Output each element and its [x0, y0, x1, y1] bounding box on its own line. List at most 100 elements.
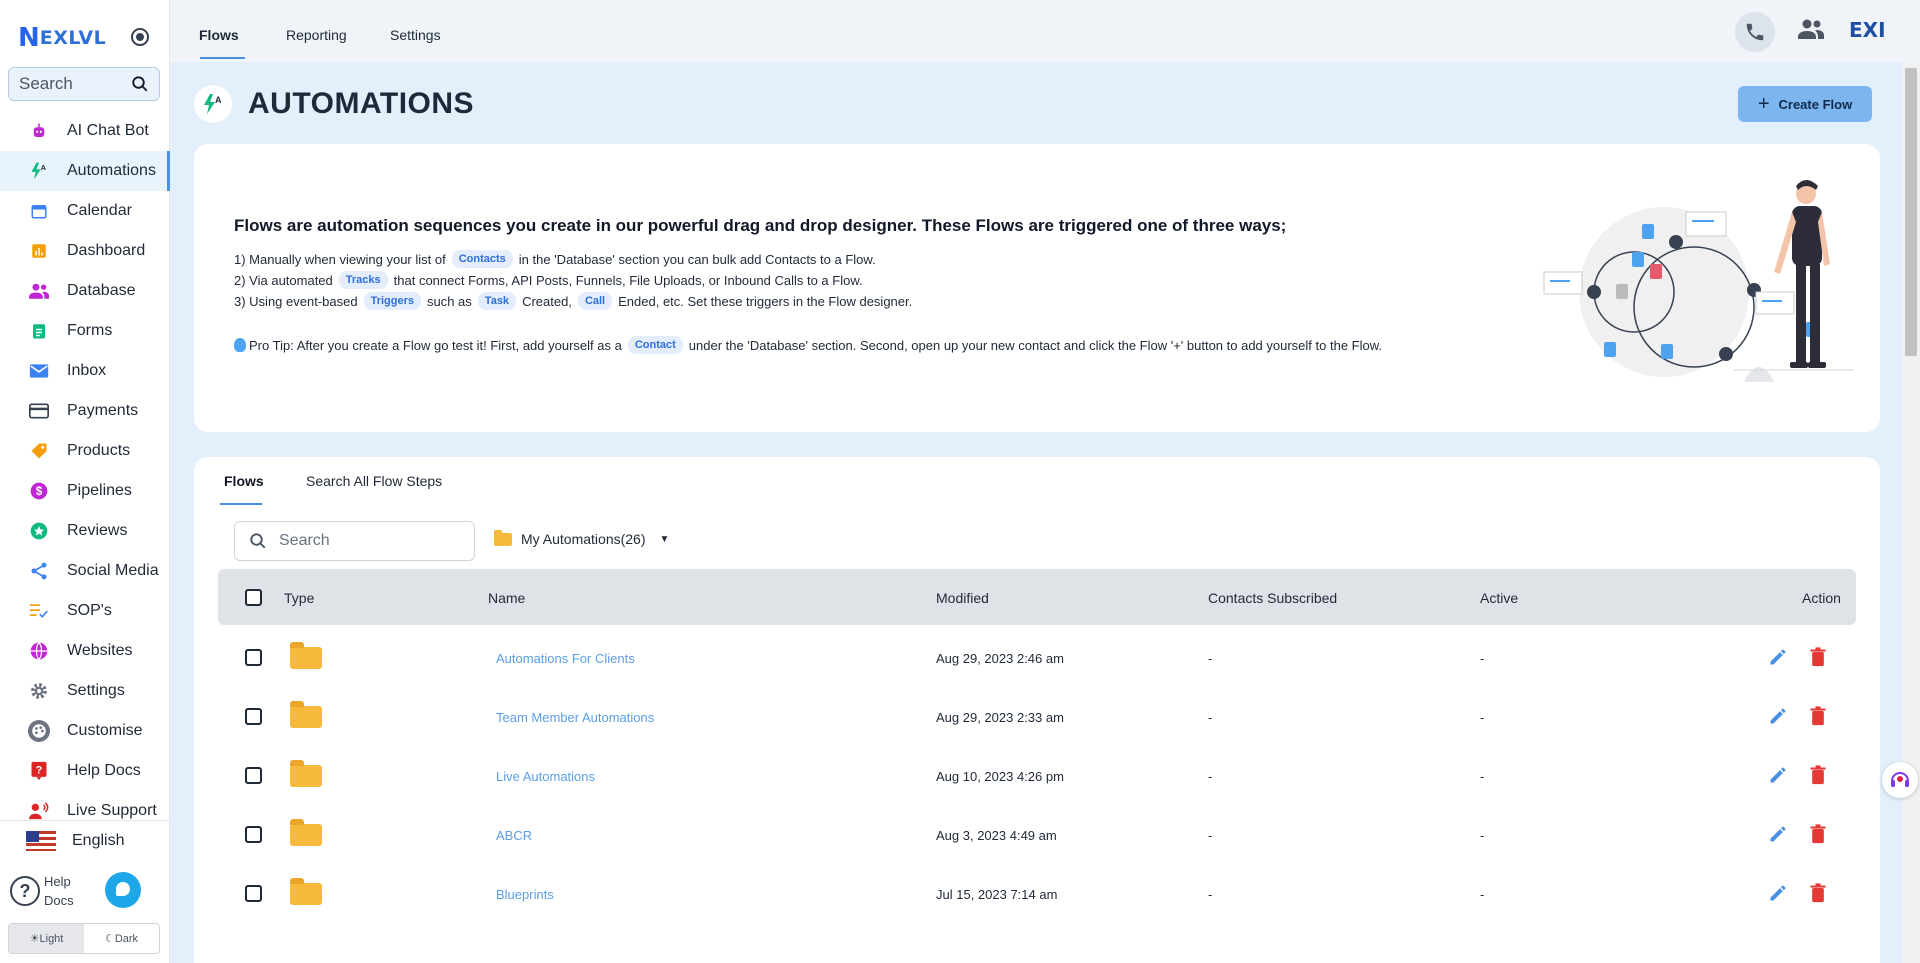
modified-date: Aug 29, 2023 2:33 am [936, 710, 1064, 725]
robot-icon [28, 120, 50, 142]
sidebar-item-database[interactable]: Database [0, 271, 170, 311]
automations-header-icon: A [194, 85, 232, 123]
sidebar-item-label: Reviews [67, 522, 128, 539]
edit-icon[interactable] [1768, 765, 1788, 790]
sidebar-item-inbox[interactable]: Inbox [0, 351, 170, 391]
create-flow-label: Create Flow [1778, 96, 1853, 112]
search-icon [250, 533, 266, 549]
column-contacts-subscribed[interactable]: Contacts Subscribed [1208, 590, 1337, 606]
sidebar-item-payments[interactable]: Payments [0, 391, 170, 431]
account-brand-logo[interactable]: EXI [1849, 18, 1886, 42]
star-circle-icon [28, 520, 50, 542]
active-value: - [1480, 887, 1485, 902]
sidebar-item-settings[interactable]: Settings [0, 671, 170, 711]
info-text: such as [426, 293, 472, 309]
svg-text:$: $ [36, 485, 43, 498]
sidebar-item-label: Dashboard [67, 242, 146, 259]
theme-dark-button[interactable]: ☾Dark [84, 924, 159, 953]
flow-name-link[interactable]: Team Member Automations [496, 710, 654, 725]
active-value: - [1480, 710, 1485, 725]
edit-icon[interactable] [1768, 883, 1788, 908]
sidebar-item-label: Live Support [67, 802, 157, 819]
info-heading: Flows are automation sequences you creat… [234, 216, 1287, 235]
contacts-subscribed-value: - [1208, 651, 1213, 666]
sidebar-item-forms[interactable]: Forms [0, 311, 170, 351]
flow-name-link[interactable]: Live Automations [496, 769, 595, 784]
flow-search-input[interactable]: Search [234, 521, 475, 561]
sidebar-item-social-media[interactable]: Social Media [0, 551, 170, 591]
sidebar-item-automations[interactable]: A Automations [0, 151, 170, 191]
row-checkbox[interactable] [245, 767, 262, 784]
flow-name-link[interactable]: Automations For Clients [496, 651, 635, 666]
top-bar: Flows Reporting Settings EXI [170, 0, 1920, 62]
folder-icon [290, 701, 322, 728]
scrollbar-thumb[interactable] [1905, 68, 1917, 356]
triggers-chip: Triggers [363, 292, 421, 310]
chat-bubble-icon[interactable] [105, 872, 141, 908]
sidebar-item-calendar[interactable]: Calendar [0, 191, 170, 231]
column-type[interactable]: Type [284, 590, 314, 606]
help-docs-link[interactable]: ? Help Docs [10, 872, 74, 910]
logo-text: EXLVL [39, 27, 107, 49]
contacts-subscribed-value: - [1208, 710, 1213, 725]
table-row[interactable]: Blueprints Jul 15, 2023 7:14 am - - [218, 861, 1856, 933]
tab-search-all-flow-steps[interactable]: Search All Flow Steps [306, 473, 442, 489]
phone-button[interactable] [1735, 12, 1775, 52]
delete-icon[interactable] [1809, 706, 1827, 731]
column-name[interactable]: Name [488, 590, 525, 606]
sidebar-search-label: Search [19, 74, 73, 93]
sidebar-item-websites[interactable]: Websites [0, 631, 170, 671]
row-checkbox[interactable] [245, 649, 262, 666]
delete-icon[interactable] [1809, 824, 1827, 849]
folder-dropdown-label: My Automations(26) [521, 531, 646, 547]
sidebar-item-dashboard[interactable]: Dashboard [0, 231, 170, 271]
edit-icon[interactable] [1768, 706, 1788, 731]
palette-icon [28, 720, 50, 742]
row-checkbox[interactable] [245, 708, 262, 725]
sidebar-item-products[interactable]: Products [0, 431, 170, 471]
sidebar-item-pipelines[interactable]: $ Pipelines [0, 471, 170, 511]
sidebar-pin-toggle-icon[interactable] [131, 28, 149, 46]
row-checkbox[interactable] [245, 885, 262, 902]
sidebar-item-sop-s[interactable]: SOP's [0, 591, 170, 631]
column-active[interactable]: Active [1480, 590, 1518, 606]
theme-light-button[interactable]: ☀Light [9, 924, 84, 953]
select-all-checkbox[interactable] [245, 589, 262, 606]
help-docs-label: Help Docs [44, 874, 74, 908]
sidebar-item-customise[interactable]: Customise [0, 711, 170, 751]
brand-logo[interactable]: N EXLVL [18, 22, 106, 54]
active-tab-indicator [200, 57, 245, 59]
folder-dropdown[interactable]: My Automations(26) ▼ [494, 529, 669, 547]
sidebar-item-ai-chat-bot[interactable]: AI Chat Bot [0, 111, 170, 151]
contact-chip: Contact [627, 336, 683, 354]
sidebar-search[interactable]: Search [8, 67, 160, 101]
tab-flows-list[interactable]: Flows [224, 473, 264, 489]
row-checkbox[interactable] [245, 826, 262, 843]
automation-bolt-icon: A [28, 160, 50, 182]
help-square-icon: ? [28, 760, 50, 782]
plus-icon: + [1757, 92, 1770, 115]
edit-icon[interactable] [1768, 824, 1788, 849]
sidebar-item-label: SOP's [67, 602, 112, 619]
tab-flows[interactable]: Flows [199, 27, 239, 43]
info-text: in the 'Database' section you can bulk a… [518, 251, 876, 267]
active-value: - [1480, 828, 1485, 843]
flow-name-link[interactable]: Blueprints [496, 887, 554, 902]
delete-icon[interactable] [1809, 765, 1827, 790]
language-selector[interactable]: English [0, 820, 170, 860]
team-button[interactable] [1798, 18, 1824, 45]
column-modified[interactable]: Modified [936, 590, 989, 606]
sidebar-item-reviews[interactable]: Reviews [0, 511, 170, 551]
tip-text: Pro Tip: After you create a Flow go test… [249, 337, 622, 353]
language-label: English [72, 831, 125, 849]
edit-icon[interactable] [1768, 647, 1788, 672]
table-header: Type Name Modified Contacts Subscribed A… [218, 569, 1856, 625]
tab-settings[interactable]: Settings [390, 27, 441, 43]
delete-icon[interactable] [1809, 883, 1827, 908]
sidebar-item-help-docs[interactable]: ? Help Docs [0, 751, 170, 791]
delete-icon[interactable] [1809, 647, 1827, 672]
create-flow-button[interactable]: + Create Flow [1738, 86, 1872, 122]
flow-name-link[interactable]: ABCR [496, 828, 532, 843]
support-headset-button[interactable] [1882, 762, 1918, 798]
tab-reporting[interactable]: Reporting [286, 27, 347, 43]
